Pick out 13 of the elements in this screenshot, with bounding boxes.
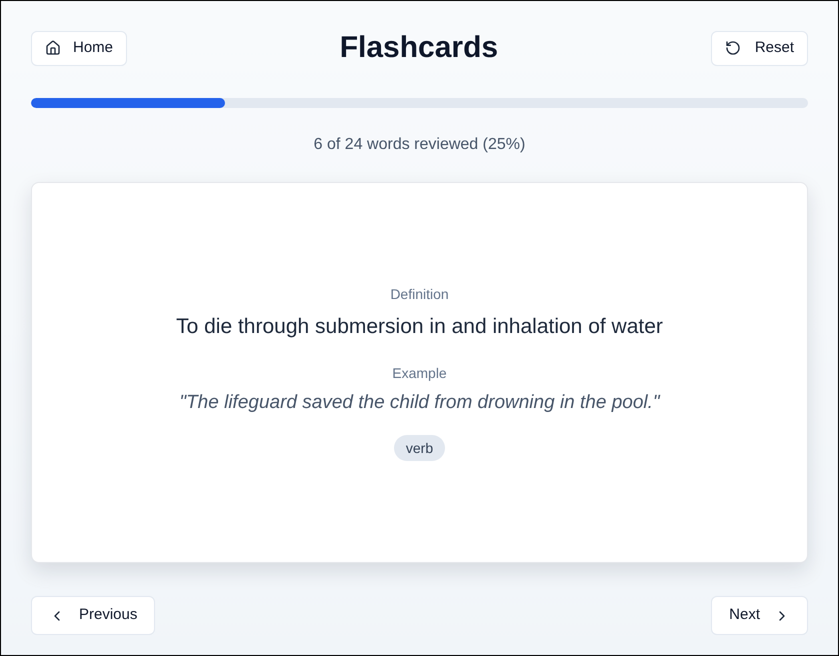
definition-text: To die through submersion in and inhalation of water [176, 314, 663, 340]
previous-button[interactable]: Previous [31, 596, 156, 635]
part-of-speech-tag: verb [394, 435, 446, 461]
field-label: Definition [390, 285, 449, 304]
field-label: Example [392, 364, 447, 383]
circular-arrow-icon [724, 40, 741, 56]
example-sentence: "The lifeguard saved the child from drowning in the pool." [179, 391, 660, 415]
page-title: Flashcards [340, 30, 498, 66]
reset-button[interactable]: Reset [710, 30, 808, 66]
home-icon [45, 40, 61, 56]
home-button[interactable]: Home [31, 30, 128, 66]
next-button[interactable]: Next [711, 596, 808, 635]
progress-caption: 6 of 24 words reviewed (25%) [314, 135, 526, 155]
